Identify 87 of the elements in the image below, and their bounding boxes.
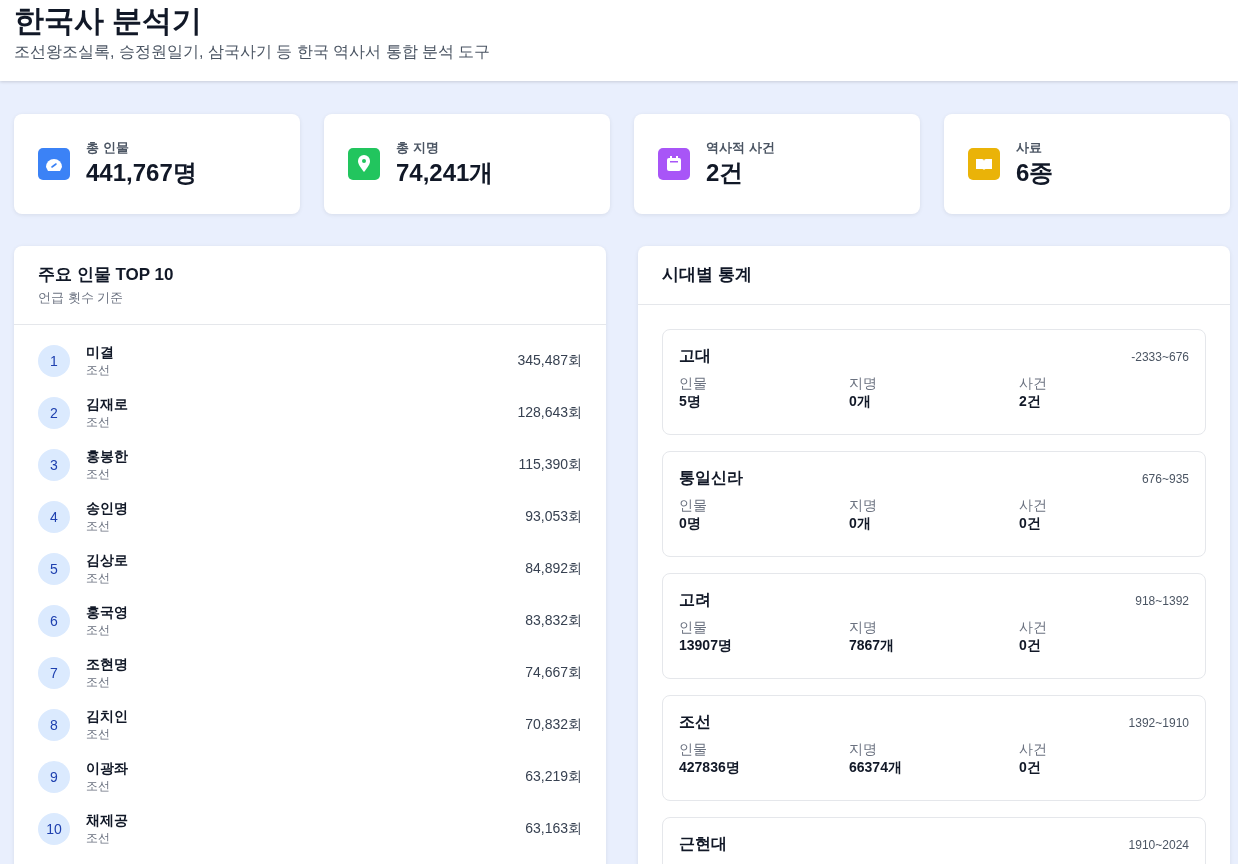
rank-badge: 1	[38, 345, 70, 377]
period-range: 1910~2024	[1128, 837, 1189, 852]
person-name: 김재로	[86, 395, 129, 414]
rank-badge: 9	[38, 761, 70, 793]
person-era: 조선	[86, 517, 111, 535]
person-era: 조선	[86, 621, 111, 639]
rank-badge: 5	[38, 553, 70, 585]
metric-label: 사건	[1019, 497, 1048, 515]
panel-subtitle: 언급 횟수 기준	[38, 289, 125, 307]
metric-label: 인물	[679, 741, 708, 759]
panel-title: 시대별 통계	[662, 264, 753, 286]
person-name: 홍봉한	[86, 447, 129, 466]
metric-label: 인물	[679, 497, 708, 515]
metric-label: 지명	[849, 619, 878, 637]
metric-value: 427836명	[679, 759, 741, 777]
person-name: 홍국영	[86, 603, 129, 622]
panel-title: 주요 인물 TOP 10	[38, 264, 175, 286]
rank-badge: 2	[38, 397, 70, 429]
mention-count: 63,219회	[525, 768, 582, 786]
metric-value: 2건	[1019, 393, 1042, 411]
rank-badge: 4	[38, 501, 70, 533]
metric-label: 사건	[1019, 375, 1048, 393]
metric-value: 0건	[1019, 637, 1042, 655]
period-name: 근현대	[679, 834, 727, 854]
metric-value: 0개	[849, 393, 872, 411]
rank-badge: 3	[38, 449, 70, 481]
period-name: 조선	[679, 712, 711, 732]
stat-label: 총 지명	[396, 139, 440, 157]
mention-count: 115,390회	[518, 456, 582, 474]
stat-label: 총 인물	[86, 139, 130, 157]
person-name: 조현명	[86, 655, 129, 674]
person-name: 미결	[86, 343, 115, 362]
person-era: 조선	[86, 465, 111, 483]
metric-value: 66374개	[849, 759, 903, 777]
stat-label: 사료	[1016, 139, 1043, 157]
person-era: 조선	[86, 361, 111, 379]
mention-count: 63,163회	[525, 820, 582, 838]
metric-label: 지명	[849, 497, 878, 515]
metric-label: 인물	[679, 375, 708, 393]
person-name: 김상로	[86, 551, 129, 570]
mention-count: 93,053회	[525, 508, 582, 526]
person-name: 이광좌	[86, 759, 129, 778]
page-subtitle: 조선왕조실록, 승정원일기, 삼국사기 등 한국 역사서 통합 분석 도구	[14, 42, 492, 62]
rank-badge: 7	[38, 657, 70, 689]
period-range: 1392~1910	[1128, 715, 1189, 730]
period-range: -2333~676	[1131, 349, 1189, 364]
metric-label: 사건	[1019, 741, 1048, 759]
metric-label: 인물	[679, 619, 708, 637]
person-era: 조선	[86, 725, 111, 743]
metric-value: 7867개	[849, 637, 896, 655]
mention-count: 345,487회	[517, 352, 582, 370]
page-title: 한국사 분석기	[14, 3, 204, 39]
period-name: 통일신라	[679, 468, 743, 488]
metric-value: 0건	[1019, 515, 1042, 533]
mention-count: 83,832회	[525, 612, 582, 630]
stat-value: 74,241개	[396, 158, 494, 188]
rank-badge: 10	[38, 813, 70, 845]
person-name: 송인명	[86, 499, 129, 518]
stat-value: 6종	[1016, 158, 1054, 188]
metric-value: 5명	[679, 393, 702, 411]
person-era: 조선	[86, 829, 111, 847]
person-era: 조선	[86, 413, 111, 431]
metric-label: 지명	[849, 375, 878, 393]
period-range: 918~1392	[1135, 593, 1189, 608]
metric-value: 13907명	[679, 637, 733, 655]
mention-count: 128,643회	[517, 404, 582, 422]
rank-badge: 8	[38, 709, 70, 741]
person-name: 김치인	[86, 707, 129, 726]
person-era: 조선	[86, 777, 111, 795]
stat-value: 441,767명	[86, 158, 197, 188]
metric-label: 지명	[849, 741, 878, 759]
period-name: 고대	[679, 346, 711, 366]
period-range: 676~935	[1141, 471, 1189, 486]
stat-value: 2건	[706, 158, 745, 188]
person-era: 조선	[86, 569, 111, 587]
metric-value: 0건	[1019, 759, 1042, 777]
stat-label: 역사적 사건	[706, 139, 775, 157]
metric-value: 0명	[679, 515, 702, 533]
metric-value: 0개	[849, 515, 872, 533]
mention-count: 84,892회	[525, 560, 582, 578]
metric-label: 사건	[1019, 619, 1048, 637]
person-name: 채제공	[86, 811, 129, 830]
mention-count: 70,832회	[525, 716, 582, 734]
rank-badge: 6	[38, 605, 70, 637]
person-era: 조선	[86, 673, 111, 691]
period-name: 고려	[679, 590, 711, 610]
mention-count: 74,667회	[525, 664, 582, 682]
